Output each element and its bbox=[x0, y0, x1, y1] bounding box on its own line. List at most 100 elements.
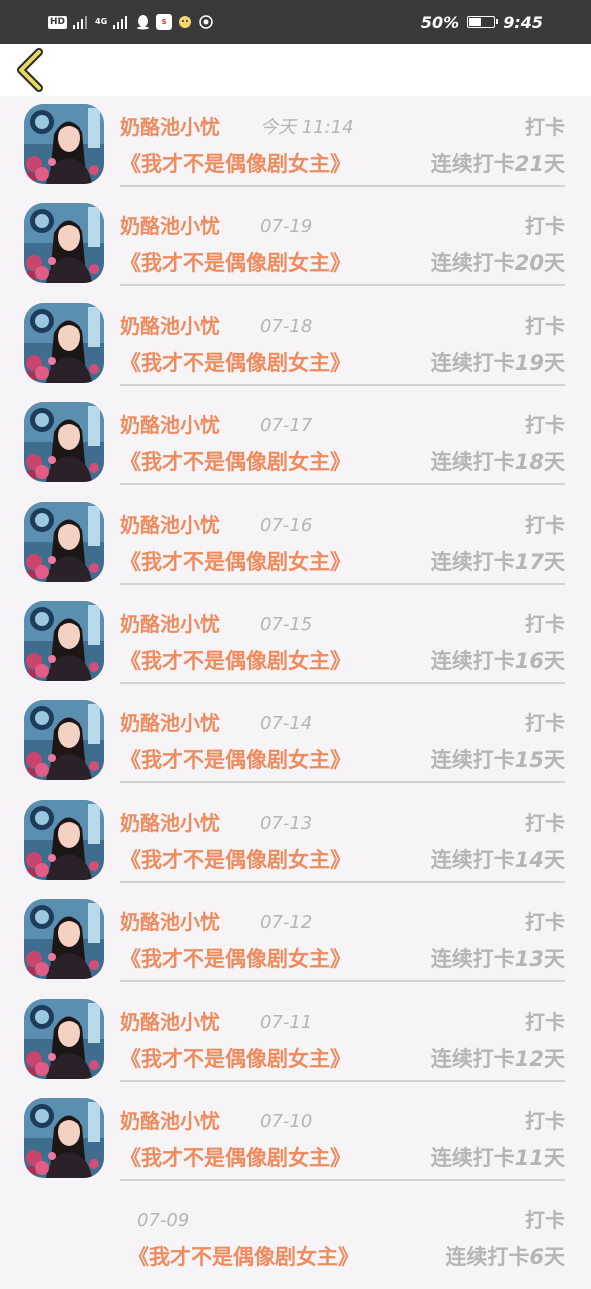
user-name[interactable]: 奶酪池小忧 bbox=[120, 114, 220, 140]
streak-prefix: 连续打卡 bbox=[430, 748, 515, 773]
checkin-item[interactable]: 奶酪池小忧 07-17 打卡 《我才不是偶像剧女主》 连续打卡18天 bbox=[0, 394, 591, 493]
streak-suffix: 天 bbox=[544, 549, 565, 574]
avatar[interactable] bbox=[24, 1097, 104, 1178]
book-title[interactable]: 《我才不是偶像剧女主》 bbox=[120, 746, 351, 774]
streak-suffix: 天 bbox=[544, 350, 565, 375]
streak-label: 连续打卡17天 bbox=[431, 548, 565, 576]
checkin-time: 07-11 bbox=[260, 1011, 313, 1033]
checkin-item[interactable]: 奶酪池小忧 07-13 打卡 《我才不是偶像剧女主》 连续打卡14天 bbox=[0, 792, 591, 891]
avatar[interactable] bbox=[24, 899, 104, 980]
user-avatar-image bbox=[24, 998, 104, 1079]
book-title[interactable]: 《我才不是偶像剧女主》 bbox=[120, 846, 351, 874]
avatar[interactable] bbox=[24, 203, 104, 284]
streak-suffix: 天 bbox=[544, 1145, 565, 1170]
user-name[interactable]: 奶酪池小忧 bbox=[120, 313, 220, 339]
streak-prefix: 连续打卡 bbox=[430, 549, 515, 574]
streak-days: 18 bbox=[514, 450, 544, 475]
avatar[interactable] bbox=[24, 700, 104, 781]
streak-days: 17 bbox=[514, 549, 544, 574]
checkin-item[interactable]: 奶酪池小忧 07-16 打卡 《我才不是偶像剧女主》 连续打卡17天 bbox=[0, 494, 591, 593]
book-title[interactable]: 《我才不是偶像剧女主》 bbox=[120, 349, 351, 377]
user-name[interactable]: 奶酪池小忧 bbox=[120, 710, 220, 736]
checkin-item[interactable]: 奶酪池小忧 07-12 打卡 《我才不是偶像剧女主》 连续打卡13天 bbox=[0, 891, 591, 990]
checkin-item[interactable]: 奶酪池小忧 07-11 打卡 《我才不是偶像剧女主》 连续打卡12天 bbox=[0, 991, 591, 1090]
user-avatar-image bbox=[24, 302, 104, 383]
status-icons-right: 50% 9:45 bbox=[421, 12, 543, 32]
user-avatar-image bbox=[24, 203, 104, 284]
network-type-label: 4G bbox=[95, 17, 108, 26]
checkin-item[interactable]: 奶酪池小忧 07-14 打卡 《我才不是偶像剧女主》 连续打卡15天 bbox=[0, 692, 591, 791]
book-title[interactable]: 《我才不是偶像剧女主》 bbox=[120, 1045, 351, 1073]
checkin-time: 07-09 bbox=[137, 1210, 190, 1232]
book-title[interactable]: 《我才不是偶像剧女主》 bbox=[128, 1243, 359, 1271]
checkin-item[interactable]: 奶酪池小忧 07-10 打卡 《我才不是偶像剧女主》 连续打卡11天 bbox=[0, 1090, 591, 1189]
book-title[interactable]: 《我才不是偶像剧女主》 bbox=[120, 150, 351, 178]
checkin-item[interactable]: 奶酪池小忧 今天 11:14 打卡 《我才不是偶像剧女主》 连续打卡21天 bbox=[0, 96, 591, 195]
user-name[interactable]: 奶酪池小忧 bbox=[120, 909, 220, 935]
checkin-item[interactable]: 奶酪池小忧 07-15 打卡 《我才不是偶像剧女主》 连续打卡16天 bbox=[0, 593, 591, 692]
checkin-action-label: 打卡 bbox=[525, 1009, 565, 1034]
book-title[interactable]: 《我才不是偶像剧女主》 bbox=[120, 945, 351, 973]
checkin-item[interactable]: 奶酪池小忧 07-18 打卡 《我才不是偶像剧女主》 连续打卡19天 bbox=[0, 295, 591, 394]
qq-icon bbox=[137, 15, 150, 30]
book-title[interactable]: 《我才不是偶像剧女主》 bbox=[120, 249, 351, 277]
avatar[interactable] bbox=[24, 402, 104, 483]
book-title[interactable]: 《我才不是偶像剧女主》 bbox=[120, 448, 351, 476]
row-divider bbox=[120, 880, 565, 883]
avatar[interactable] bbox=[24, 998, 104, 1079]
streak-label: 连续打卡13天 bbox=[431, 945, 565, 973]
streak-label: 连续打卡12天 bbox=[431, 1045, 565, 1073]
avatar[interactable] bbox=[24, 501, 104, 582]
status-icons-left: HD 4G S bbox=[48, 12, 214, 32]
streak-label: 连续打卡18天 bbox=[431, 448, 565, 476]
streak-prefix: 连续打卡 bbox=[430, 947, 515, 972]
user-name[interactable]: 奶酪池小忧 bbox=[120, 512, 220, 538]
notification-app-icon bbox=[179, 16, 192, 28]
checkin-item[interactable]: 奶酪池小忧 07-19 打卡 《我才不是偶像剧女主》 连续打卡20天 bbox=[0, 195, 591, 294]
user-avatar-image bbox=[24, 1097, 104, 1178]
streak-suffix: 天 bbox=[544, 847, 565, 872]
row-divider bbox=[120, 980, 565, 983]
user-avatar-image bbox=[24, 700, 104, 781]
streak-prefix: 连续打卡 bbox=[430, 152, 515, 176]
checkin-time: 07-16 bbox=[260, 514, 313, 536]
streak-suffix: 天 bbox=[544, 152, 565, 176]
hd-badge: HD bbox=[48, 15, 68, 29]
streak-prefix: 连续打卡 bbox=[430, 1145, 515, 1170]
avatar[interactable] bbox=[24, 104, 104, 184]
streak-label: 连续打卡16天 bbox=[431, 647, 565, 675]
user-name[interactable]: 奶酪池小忧 bbox=[120, 1108, 220, 1134]
book-title[interactable]: 《我才不是偶像剧女主》 bbox=[120, 1144, 351, 1172]
streak-days: 13 bbox=[514, 947, 544, 972]
streak-suffix: 天 bbox=[544, 947, 565, 972]
avatar[interactable] bbox=[24, 799, 104, 880]
user-name[interactable]: 奶酪池小忧 bbox=[120, 1009, 220, 1035]
streak-days: 11 bbox=[514, 1145, 544, 1170]
checkin-time: 07-17 bbox=[260, 415, 313, 437]
row-divider bbox=[120, 582, 565, 585]
user-name[interactable]: 奶酪池小忧 bbox=[120, 810, 220, 836]
user-avatar-image bbox=[24, 600, 104, 681]
checkin-action-label: 打卡 bbox=[525, 1108, 565, 1133]
streak-days: 14 bbox=[514, 847, 544, 872]
streak-label: 连续打卡20天 bbox=[431, 249, 565, 277]
streak-days: 20 bbox=[514, 251, 544, 276]
user-name[interactable]: 奶酪池小忧 bbox=[120, 611, 220, 637]
streak-label: 连续打卡19天 bbox=[431, 349, 565, 377]
checkin-time: 07-12 bbox=[260, 912, 313, 934]
streak-label: 连续打卡11天 bbox=[431, 1144, 565, 1172]
user-name[interactable]: 奶酪池小忧 bbox=[120, 412, 220, 438]
book-title[interactable]: 《我才不是偶像剧女主》 bbox=[120, 548, 351, 576]
user-name[interactable]: 奶酪池小忧 bbox=[120, 213, 220, 239]
streak-prefix: 连续打卡 bbox=[445, 1245, 530, 1270]
checkin-action-label: 打卡 bbox=[525, 711, 565, 736]
back-button[interactable] bbox=[10, 48, 54, 92]
checkin-item-last[interactable]: 07-09 打卡 《我才不是偶像剧女主》 连续打卡6天 bbox=[0, 1189, 591, 1288]
checkin-action-label: 打卡 bbox=[525, 1208, 565, 1233]
user-avatar-image bbox=[24, 899, 104, 980]
avatar[interactable] bbox=[24, 600, 104, 681]
book-title[interactable]: 《我才不是偶像剧女主》 bbox=[120, 647, 351, 675]
battery-icon bbox=[467, 16, 499, 28]
checkin-list: 奶酪池小忧 今天 11:14 打卡 《我才不是偶像剧女主》 连续打卡21天 奶酪… bbox=[0, 96, 591, 1289]
avatar[interactable] bbox=[24, 302, 104, 383]
